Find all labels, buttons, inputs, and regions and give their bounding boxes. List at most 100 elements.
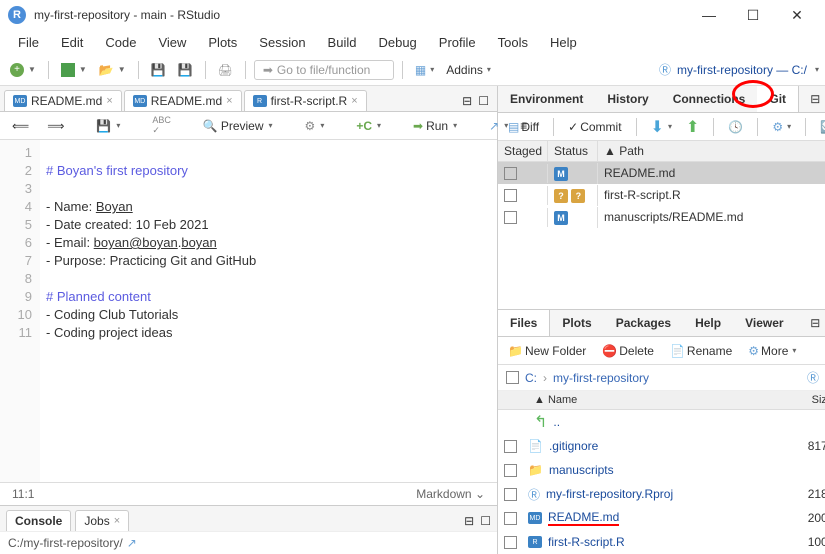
md-icon: MD [528,512,542,524]
col-staged: Staged [498,141,548,161]
pull-button[interactable]: ⬇▾ [647,115,676,139]
refresh-button[interactable]: 🔄 [816,118,825,136]
menu-session[interactable]: Session [249,33,315,52]
editor-tab-readme[interactable]: MDREADME.md× [4,90,122,111]
maximize-icon[interactable]: ☐ [478,94,489,108]
file-mode[interactable]: Markdown [416,487,471,501]
collapse-icon[interactable]: ⊟ [462,94,472,108]
file-row[interactable]: 📄.gitignore 817 B [498,434,825,458]
file-checkbox[interactable] [504,440,517,453]
select-all-checkbox[interactable] [506,371,519,384]
new-project-button[interactable]: ▼ [57,61,91,79]
cursor-position: 11:1 [12,487,34,501]
more-button[interactable]: ⚙More▾ [744,342,800,360]
preview-button[interactable]: 🔍Preview▾ [197,117,279,135]
tab-files[interactable]: Files [498,310,550,336]
stage-checkbox[interactable] [504,167,517,180]
menu-help[interactable]: Help [540,33,587,52]
goto-input[interactable]: ➡Go to file/function [254,60,394,80]
line-gutter: 1234567891011 [0,140,40,482]
breadcrumb-root[interactable]: C: [525,371,537,385]
collapse-icon[interactable]: ⊟ [810,316,820,330]
goto-dir-icon[interactable]: ↗ [127,536,137,550]
file-row[interactable]: Ⓡmy-first-repository.Rproj 218 B [498,482,825,506]
stage-checkbox[interactable] [504,189,517,202]
tab-connections[interactable]: Connections [661,86,758,112]
tab-packages[interactable]: Packages [604,310,683,336]
menu-plots[interactable]: Plots [198,33,247,52]
grid-button[interactable]: ▦▾ [411,61,438,79]
push-button[interactable]: ⬆ [682,115,703,139]
rproj-icon[interactable]: Ⓡ [807,369,819,386]
file-checkbox[interactable] [504,536,517,549]
run-button[interactable]: ➡Run▾ [407,117,463,135]
forward-button[interactable]: ⟹ [41,117,70,135]
tab-git[interactable]: Git [757,86,799,112]
delete-button[interactable]: ⛔Delete [598,342,658,360]
close-icon[interactable]: × [226,95,232,107]
gear-button[interactable]: ⚙▾ [299,117,331,135]
git-row[interactable]: ? ? first-R-script.R [498,184,825,206]
file-row[interactable]: Rfirst-R-script.R 100 B [498,530,825,554]
save-all-button[interactable]: 💾 [174,61,197,79]
code-editor[interactable]: 1234567891011 # Boyan's first repository… [0,140,497,482]
up-directory[interactable]: ↰.. [498,410,825,434]
file-row[interactable]: 📁manuscripts [498,458,825,482]
menu-file[interactable]: File [8,33,49,52]
git-row[interactable]: M manuscripts/README.md [498,206,825,228]
close-icon[interactable]: × [351,95,357,107]
file-row[interactable]: MDREADME.md 200 B [498,506,825,530]
menu-debug[interactable]: Debug [368,33,426,52]
save-button[interactable]: 💾 [147,61,170,79]
git-more-button[interactable]: ⚙▾ [768,118,795,136]
maximize-icon[interactable]: ☐ [480,514,491,528]
jobs-tab[interactable]: Jobs× [75,510,129,531]
menu-profile[interactable]: Profile [429,33,486,52]
tab-environment[interactable]: Environment [498,86,595,112]
collapse-icon[interactable]: ⊟ [810,92,820,106]
collapse-icon[interactable]: ⊟ [464,514,474,528]
col-name[interactable]: ▲ Name [528,394,775,406]
file-checkbox[interactable] [504,464,517,477]
spellcheck-button[interactable]: ABC✓ [146,113,177,138]
new-file-button[interactable]: +▼ [6,61,40,79]
git-row[interactable]: M README.md [498,162,825,184]
maximize-button[interactable]: ☐ [745,7,761,23]
close-icon[interactable]: × [106,95,112,107]
file-icon: 📄 [528,439,543,453]
save-source-button[interactable]: 💾▾ [90,117,126,135]
file-checkbox[interactable] [504,488,517,501]
print-button[interactable]: 🖨 [214,61,237,79]
project-selector[interactable]: Ⓡmy-first-repository — C:/▾ [659,61,819,78]
insert-chunk-button[interactable]: +C▾ [350,117,387,135]
open-file-button[interactable]: 📂▼ [95,61,130,79]
file-checkbox[interactable] [504,512,517,525]
breadcrumb-folder[interactable]: my-first-repository [553,371,649,385]
tab-help-panel[interactable]: Help [683,310,733,336]
tab-history[interactable]: History [595,86,660,112]
console-path: C:/my-first-repository/ [8,536,123,550]
menu-build[interactable]: Build [318,33,367,52]
menu-view[interactable]: View [148,33,196,52]
up-arrow-icon: ↰ [534,412,547,432]
commit-button[interactable]: ✓Commit [564,118,625,136]
editor-tab-script[interactable]: Rfirst-R-script.R× [244,90,367,111]
addins-button[interactable]: Addins▾ [442,61,495,79]
console-tab[interactable]: Console [6,510,71,531]
col-size[interactable]: Size [775,394,825,406]
menu-code[interactable]: Code [95,33,146,52]
history-button[interactable]: 🕓 [724,118,747,136]
minimize-button[interactable]: — [701,7,717,23]
diff-button[interactable]: ▤Diff [504,118,543,136]
new-folder-button[interactable]: 📁New Folder [504,342,590,360]
stage-checkbox[interactable] [504,211,517,224]
editor-tab-readme-2[interactable]: MDREADME.md× [124,90,242,111]
tab-plots-panel[interactable]: Plots [550,310,603,336]
rename-button[interactable]: 📄Rename [666,342,736,360]
menu-tools[interactable]: Tools [488,33,538,52]
back-button[interactable]: ⟸ [6,117,35,135]
tab-viewer[interactable]: Viewer [733,310,795,336]
menu-edit[interactable]: Edit [51,33,93,52]
r-icon: R [528,536,542,548]
close-button[interactable]: ✕ [789,7,805,23]
